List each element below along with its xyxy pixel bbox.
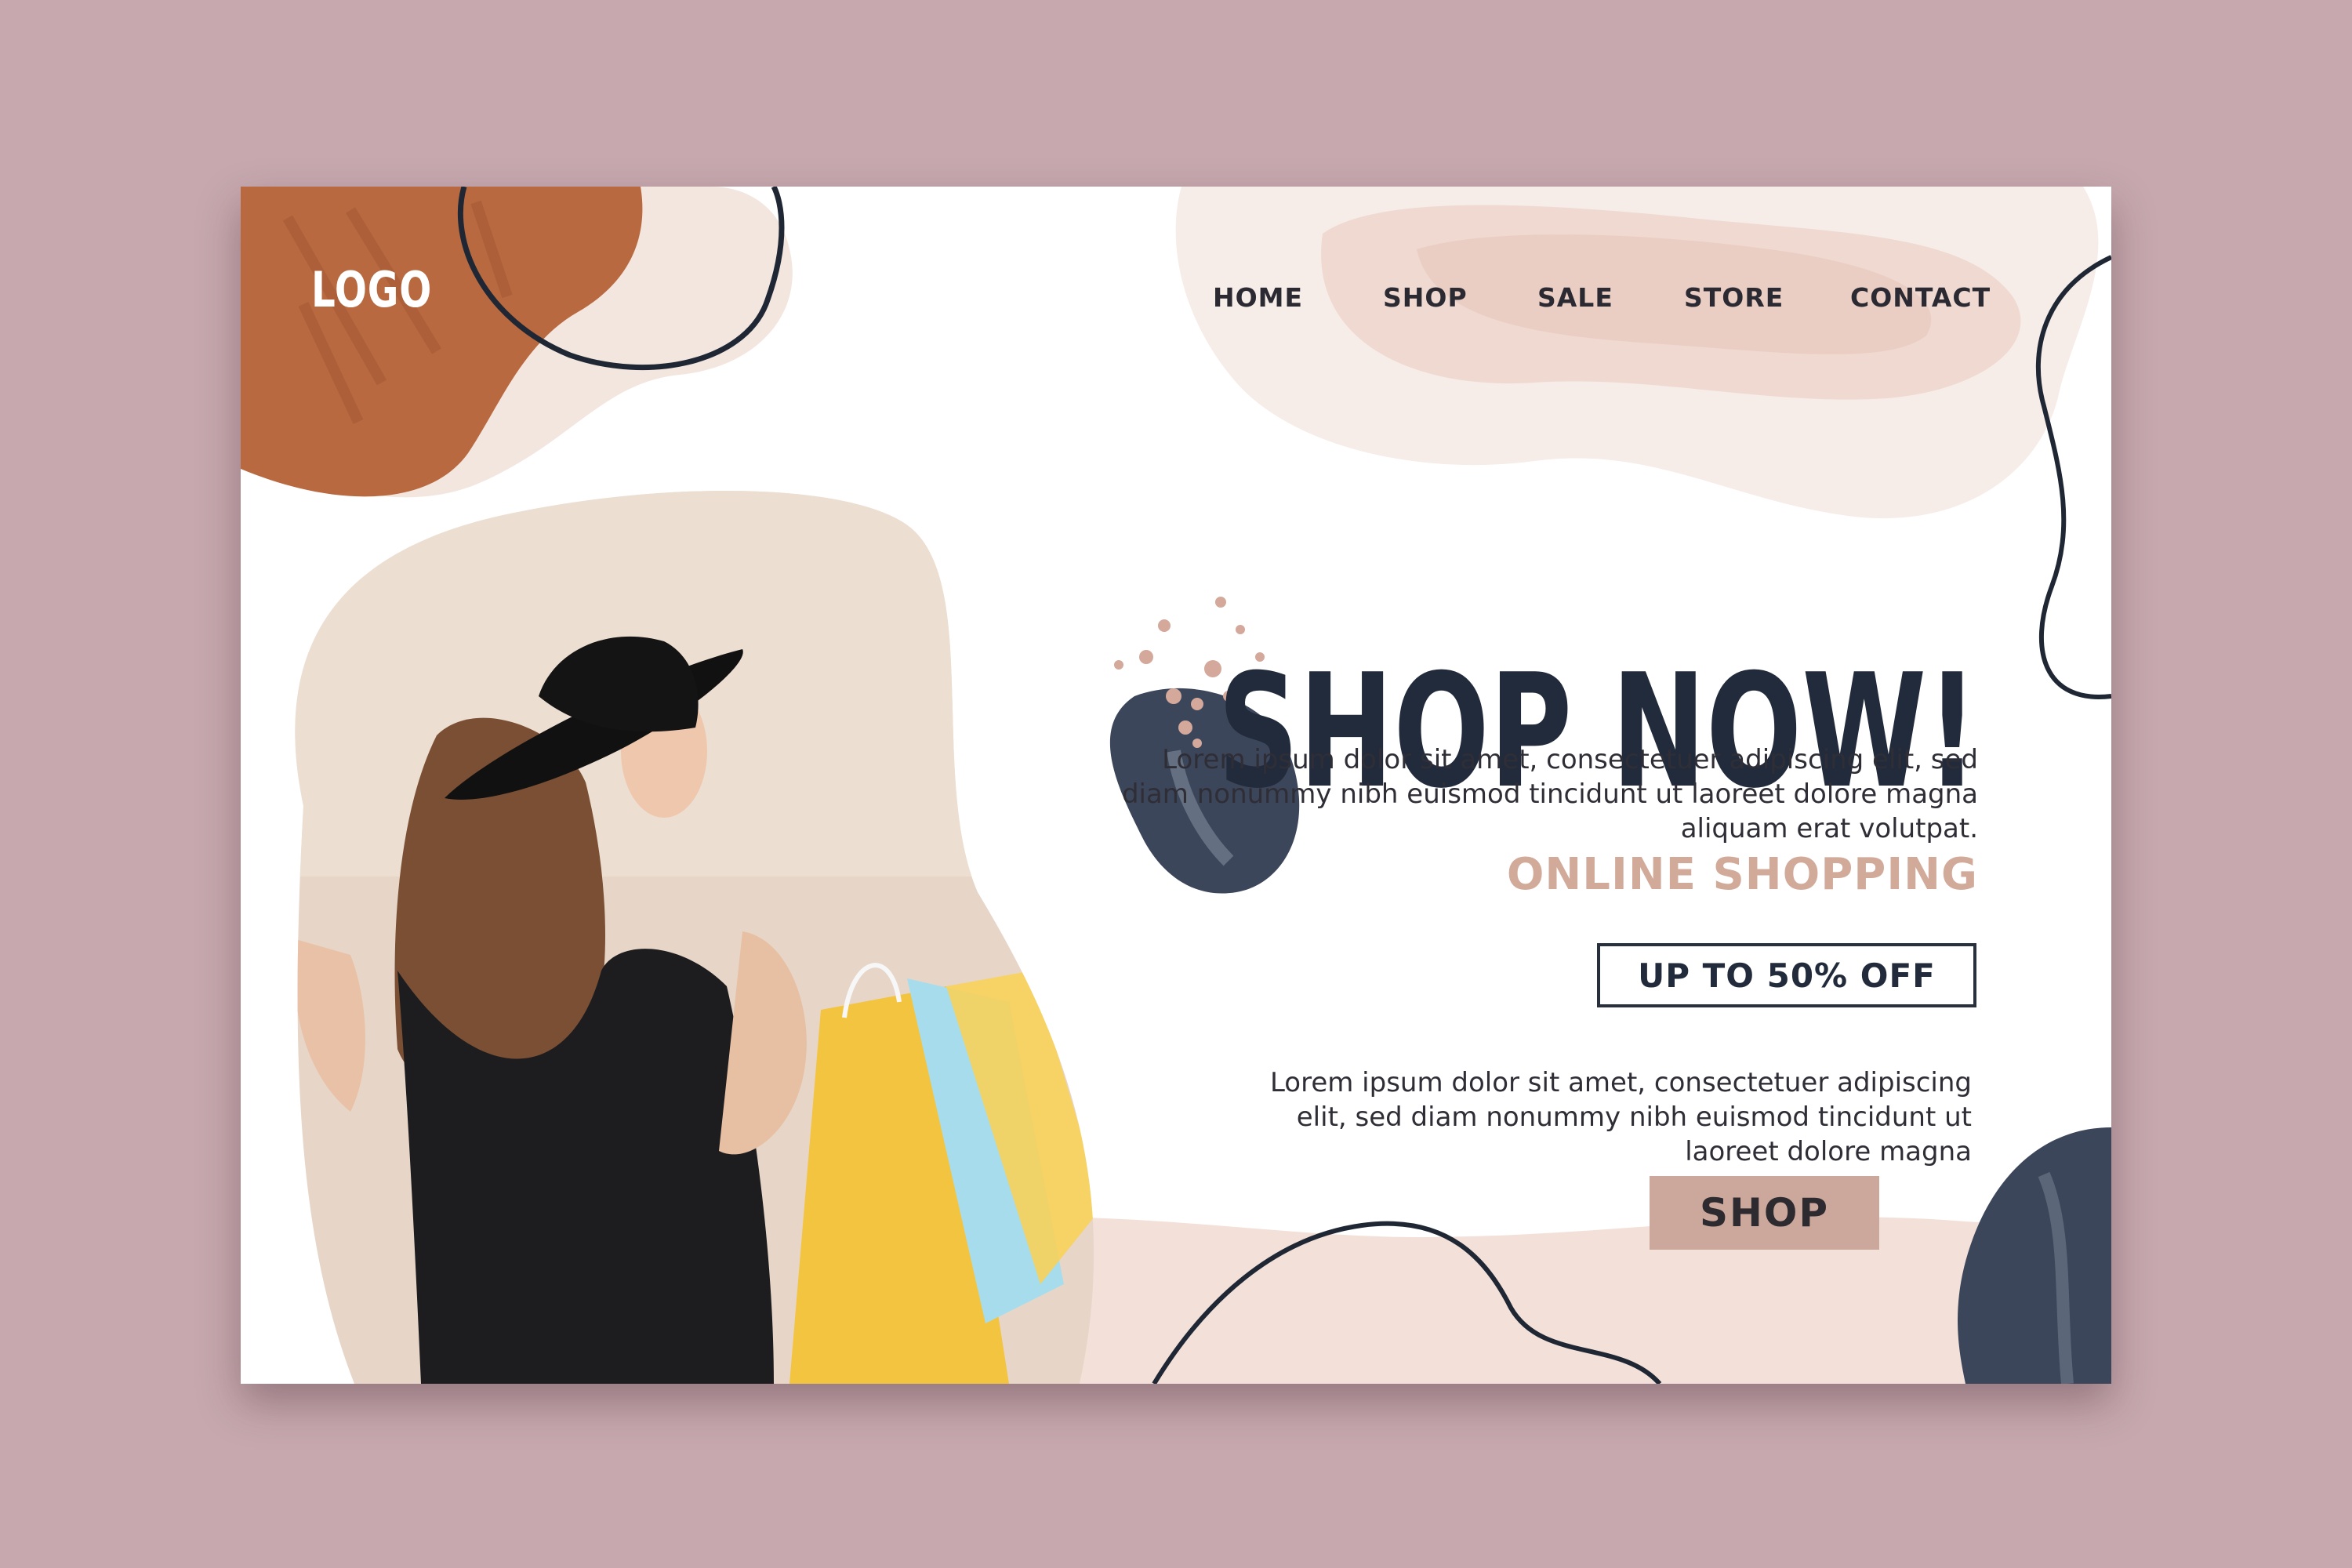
hero-secondary-description: Lorem ipsum dolor sit amet, consectetuer… bbox=[1269, 1067, 1972, 1167]
pastel-wash-bottom bbox=[915, 1217, 2111, 1384]
pastel-wash-top-left bbox=[241, 187, 793, 498]
nav-item-shop[interactable]: SHOP bbox=[1383, 282, 1468, 313]
main-navigation: HOME SHOP SALE STORE CONTACT bbox=[241, 282, 2111, 329]
nav-item-store[interactable]: STORE bbox=[1684, 282, 1784, 313]
hero-description: Lorem ipsum dolor sit amet, consectetuer… bbox=[1121, 744, 1978, 844]
landing-page-card: LOGO HOME SHOP SALE STORE CONTACT SHOP N… bbox=[241, 187, 2111, 1384]
shop-button[interactable]: SHOP bbox=[1650, 1176, 1879, 1250]
nav-item-contact[interactable]: CONTACT bbox=[1850, 282, 1991, 313]
pastel-wash-top-right bbox=[1175, 187, 2099, 519]
hero-subheading: ONLINE SHOPPING bbox=[1506, 849, 1978, 900]
hero-photo bbox=[295, 490, 1094, 1384]
discount-badge: UP TO 50% OFF bbox=[1597, 943, 1976, 1007]
nav-item-sale[interactable]: SALE bbox=[1537, 282, 1613, 313]
nav-item-home[interactable]: HOME bbox=[1213, 282, 1303, 313]
navy-blob-bottom-right bbox=[1958, 1127, 2111, 1384]
